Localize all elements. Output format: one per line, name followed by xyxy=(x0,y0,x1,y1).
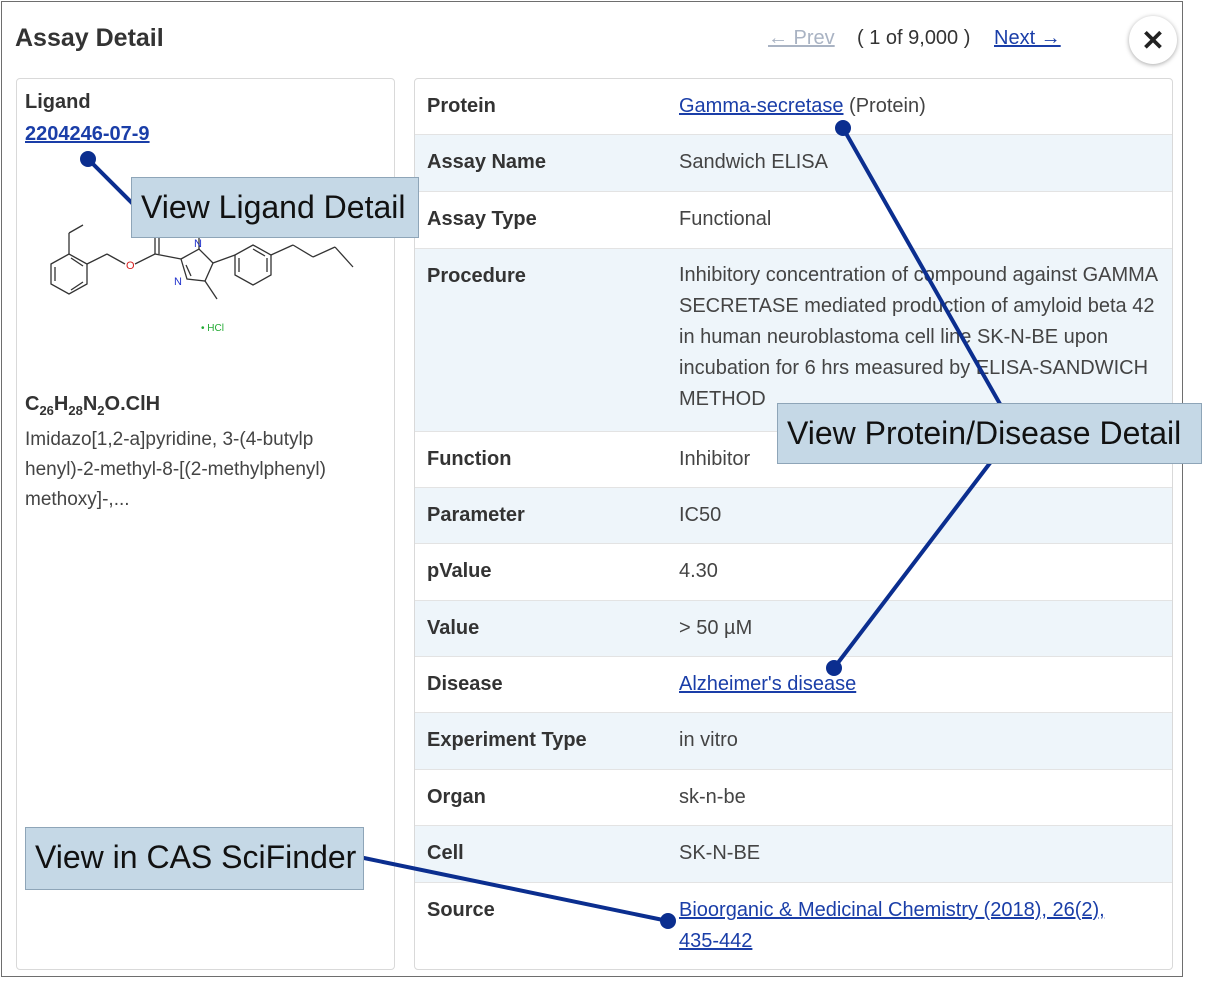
pointer-dot xyxy=(835,120,851,136)
callout-view-in-scifinder: View in CAS SciFinder xyxy=(25,827,364,890)
pointer-dot xyxy=(660,913,676,929)
pointer-dot xyxy=(826,660,842,676)
pointer-dot xyxy=(80,151,96,167)
callout-view-ligand-detail: View Ligand Detail xyxy=(131,177,419,238)
callout-view-protein-disease-detail: View Protein/Disease Detail xyxy=(777,403,1202,464)
